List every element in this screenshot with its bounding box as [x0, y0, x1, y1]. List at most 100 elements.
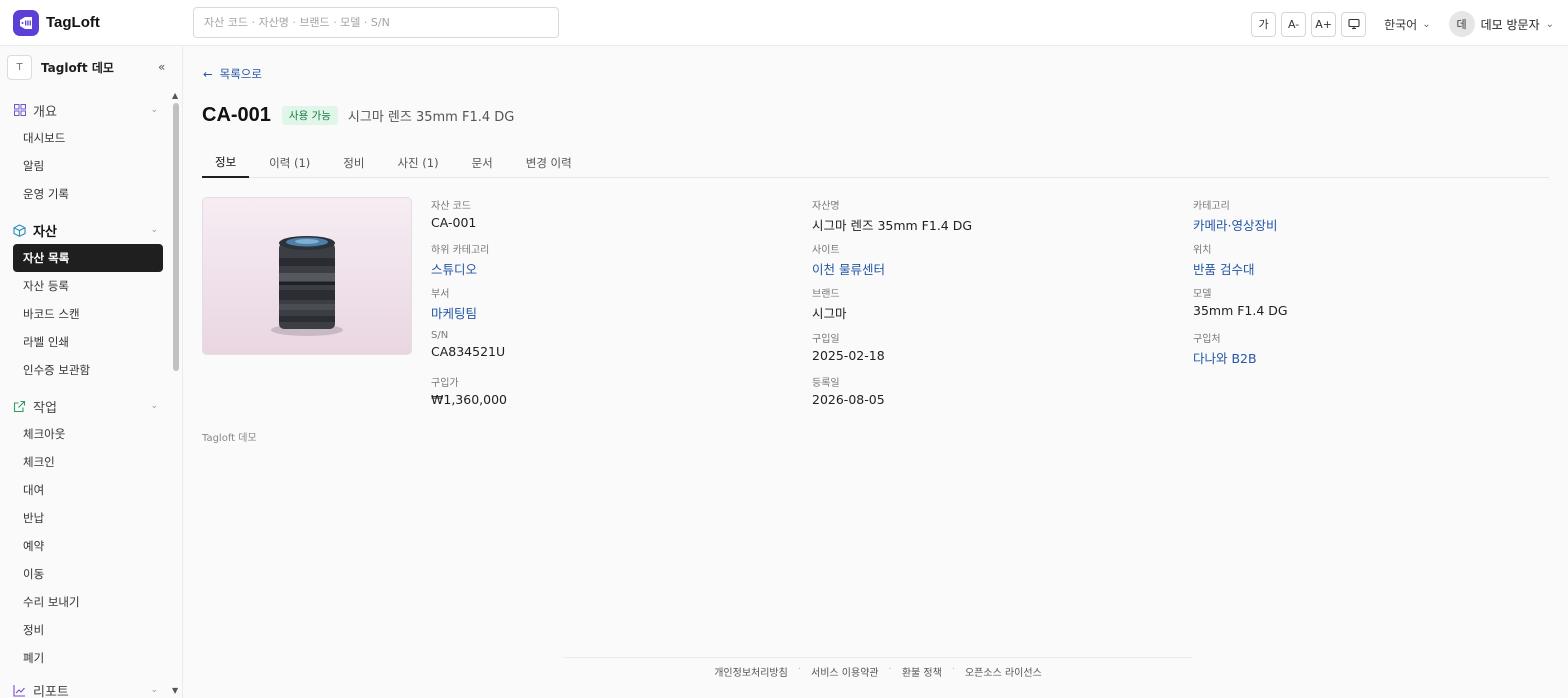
chevron-down-icon: ⌄ — [150, 685, 158, 695]
sidebar-item-operations-log[interactable]: 운영 기록 — [13, 180, 163, 208]
footer-separator: · — [951, 664, 955, 675]
field-model: 모델 35mm F1.4 DG — [1193, 285, 1563, 318]
collapse-sidebar-button[interactable]: « — [158, 60, 165, 74]
user-name: 데모 방문자 — [1480, 17, 1540, 32]
vendor-link[interactable]: 다나와 B2B — [1193, 348, 1563, 367]
status-badge: 사용 가능 — [281, 106, 338, 125]
nav-group-label: 작업 — [33, 400, 57, 416]
field-purchase-date: 구입일 2025-02-18 — [812, 330, 1182, 363]
sidebar-item-checkin[interactable]: 체크인 — [13, 448, 163, 476]
footer-separator: · — [888, 664, 892, 675]
nav-group-overview[interactable]: 개요 ⌄ — [0, 96, 170, 124]
field-label: 구입일 — [812, 334, 840, 345]
nav-group-reports[interactable]: 리포트 ⌄ — [0, 676, 170, 698]
chart-icon — [13, 684, 26, 697]
field-value: 35mm F1.4 DG — [1193, 303, 1288, 318]
org-footer-label: Tagloft 데모 — [202, 433, 257, 444]
scroll-down-arrow[interactable]: ▼ — [172, 686, 178, 695]
sidebar-item-receipt-archive[interactable]: 인수증 보관함 — [13, 356, 163, 384]
tab-info[interactable]: 정보 — [202, 148, 250, 178]
main-content: ← 목록으로 CA-001 사용 가능 시그마 렌즈 35mm F1.4 DG … — [183, 46, 1568, 698]
field-site: 사이트 이천 물류센터 — [812, 241, 1182, 278]
sidebar-item-send-repair[interactable]: 수리 보내기 — [13, 588, 163, 616]
org-name: Tagloft 데모 — [41, 60, 114, 75]
detail-tabs: 정보 이력 (1) 정비 사진 (1) 문서 변경 이력 — [202, 148, 1549, 178]
field-label: 구입가 — [431, 378, 459, 389]
sidebar-item-asset-register[interactable]: 자산 등록 — [13, 272, 163, 300]
field-label: 카테고리 — [1193, 201, 1230, 212]
tab-history[interactable]: 이력 (1) — [256, 148, 323, 178]
search-input[interactable] — [193, 7, 559, 38]
scroll-up-arrow[interactable]: ▲ — [172, 91, 178, 100]
app-logo[interactable]: TagLoft — [13, 9, 193, 36]
nav-group-tasks[interactable]: 작업 ⌄ — [0, 392, 170, 420]
nav-group-label: 리포트 — [33, 684, 69, 698]
display-button[interactable] — [1341, 11, 1367, 37]
site-footer: 개인정보처리방침 · 서비스 이용약관 · 환불 정책 · 오픈소스 라이선스 — [563, 657, 1193, 679]
sidebar-item-alerts[interactable]: 알림 — [13, 152, 163, 180]
font-style-button[interactable]: 가 — [1251, 11, 1277, 37]
sidebar-item-dashboard[interactable]: 대시보드 — [13, 124, 163, 152]
asset-photo[interactable] — [202, 197, 412, 355]
toolbar-right: 가 A- A+ 한국어 ⌄ 데 데모 방문자 ⌄ — [1246, 11, 1554, 37]
user-menu[interactable]: 데 데모 방문자 ⌄ — [1448, 11, 1554, 37]
sidebar-item-transfer[interactable]: 이동 — [13, 560, 163, 588]
org-switcher[interactable]: T Tagloft 데모 — [0, 46, 182, 88]
tab-maintenance[interactable]: 정비 — [330, 148, 377, 178]
field-label: 등록일 — [812, 378, 840, 389]
footer-link-opensource[interactable]: 오픈소스 라이선스 — [965, 664, 1042, 679]
tag-logo-icon — [13, 9, 39, 36]
font-smaller-button[interactable]: A- — [1281, 11, 1307, 37]
monitor-icon — [1348, 18, 1360, 30]
sidebar-item-disposal[interactable]: 폐기 — [13, 644, 163, 672]
field-label: 구입처 — [1193, 334, 1221, 345]
app-name: TagLoft — [46, 14, 100, 31]
location-link[interactable]: 반품 검수대 — [1193, 259, 1563, 278]
sidebar: T Tagloft 데모 « 개요 ⌄ 대시보드 알림 운영 기록 자산 ⌄ 자… — [0, 46, 183, 698]
back-label: 목록으로 — [219, 67, 262, 81]
field-value: CA-001 — [431, 215, 477, 230]
field-value: CA834521U — [431, 344, 506, 359]
field-value: ₩1,360,000 — [431, 392, 507, 407]
sidebar-scrollbar[interactable] — [173, 103, 179, 371]
field-vendor: 구입처 다나와 B2B — [1193, 330, 1563, 367]
asset-subtitle: 시그마 렌즈 35mm F1.4 DG — [347, 110, 515, 125]
arrow-left-icon: ← — [203, 67, 213, 81]
chevron-down-icon: ⌄ — [150, 401, 158, 411]
field-location: 위치 반품 검수대 — [1193, 241, 1563, 278]
footer-link-privacy[interactable]: 개인정보처리방침 — [714, 664, 788, 679]
field-registered-date: 등록일 2026-08-05 — [812, 374, 1182, 407]
field-value: 시그마 — [812, 306, 847, 321]
sidebar-item-asset-list[interactable]: 자산 목록 — [13, 244, 163, 272]
field-label: 부서 — [431, 289, 450, 300]
language-select[interactable]: 한국어 ⌄ — [1384, 16, 1431, 33]
back-to-list-link[interactable]: ← 목록으로 — [203, 66, 262, 82]
field-asset-code: 자산 코드 CA-001 — [431, 197, 801, 230]
tab-photos[interactable]: 사진 (1) — [384, 148, 451, 178]
department-link[interactable]: 마케팅팀 — [431, 303, 801, 322]
footer-link-terms[interactable]: 서비스 이용약관 — [811, 664, 879, 679]
language-label: 한국어 — [1384, 17, 1418, 32]
tab-change-history[interactable]: 변경 이력 — [513, 148, 585, 178]
sidebar-item-maintenance[interactable]: 정비 — [13, 616, 163, 644]
footer-link-refund[interactable]: 환불 정책 — [902, 664, 942, 679]
sidebar-item-barcode-scan[interactable]: 바코드 스캔 — [13, 300, 163, 328]
nav-group-assets[interactable]: 자산 ⌄ — [0, 216, 170, 244]
site-link[interactable]: 이천 물류센터 — [812, 259, 1182, 278]
sidebar-item-rental[interactable]: 대여 — [13, 476, 163, 504]
field-serial: S/N CA834521U — [431, 330, 801, 359]
field-price: 구입가 ₩1,360,000 — [431, 374, 801, 407]
chevron-down-icon: ⌄ — [1422, 18, 1431, 30]
font-larger-button[interactable]: A+ — [1311, 11, 1337, 37]
category-link[interactable]: 카메라·영상장비 — [1193, 215, 1563, 234]
asset-header: CA-001 사용 가능 시그마 렌즈 35mm F1.4 DG — [202, 104, 514, 127]
sidebar-item-checkout[interactable]: 체크아웃 — [13, 420, 163, 448]
chevron-down-icon: ⌄ — [150, 105, 158, 115]
sidebar-item-return[interactable]: 반납 — [13, 504, 163, 532]
external-link-icon — [13, 400, 26, 413]
tab-documents[interactable]: 문서 — [459, 148, 506, 178]
subcategory-link[interactable]: 스튜디오 — [431, 259, 801, 278]
sidebar-item-reservation[interactable]: 예약 — [13, 532, 163, 560]
sidebar-item-label-print[interactable]: 라벨 인쇄 — [13, 328, 163, 356]
field-label: 모델 — [1193, 289, 1212, 300]
